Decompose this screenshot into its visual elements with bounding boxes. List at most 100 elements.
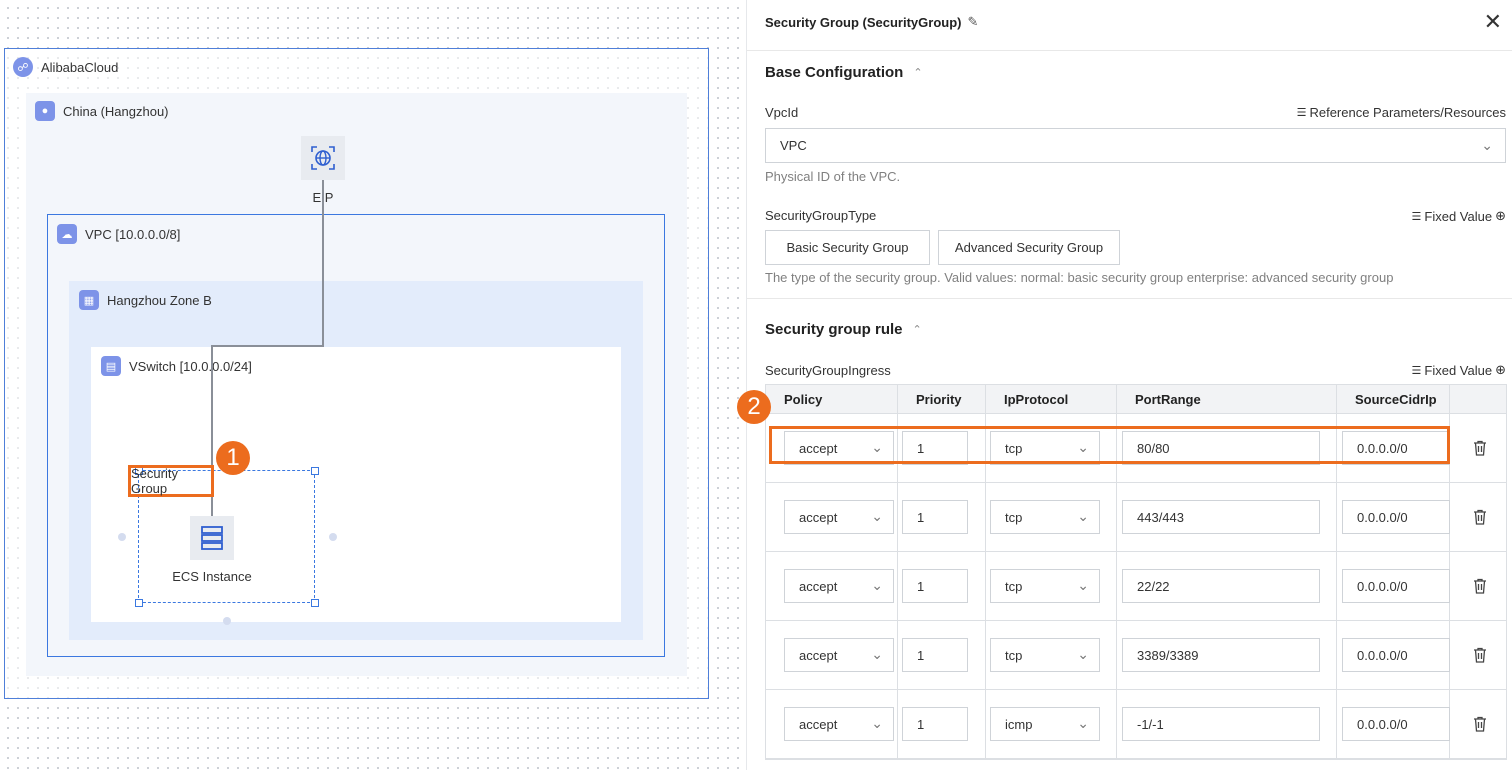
sourcecidrip-input[interactable]: 0.0.0.0/0 [1342, 638, 1450, 672]
cloud-label: AlibabaCloud [41, 59, 119, 75]
chevron-up-icon[interactable]: ⌃ [913, 66, 922, 79]
portrange-input[interactable]: 3389/3389 [1122, 638, 1320, 672]
table-header: Policy Priority IpProtocol PortRange Sou… [766, 385, 1506, 414]
zone-label: Hangzhou Zone B [107, 292, 212, 308]
sourcecidrip-input[interactable]: 0.0.0.0/0 [1342, 569, 1450, 603]
priority-input-value: 1 [917, 509, 925, 525]
ingress-mode[interactable]: ☰ Fixed Value ⊕ [1412, 362, 1506, 378]
policy-select-value: accept [799, 647, 838, 663]
vpc-header: ☁ VPC [10.0.0.0/8] [57, 224, 180, 244]
column-priority: Priority [898, 385, 986, 414]
resize-handle[interactable] [311, 599, 319, 607]
sourcecidrip-input[interactable]: 0.0.0.0/0 [1342, 431, 1450, 465]
chevron-down-icon: ⌄ [871, 508, 883, 524]
priority-input[interactable]: 1 [902, 638, 968, 672]
column-policy: Policy [766, 385, 898, 414]
portrange-input[interactable]: 443/443 [1122, 500, 1320, 534]
ecs-node[interactable] [190, 516, 234, 560]
region-label: China (Hangzhou) [63, 103, 169, 119]
protocol-select-value: tcp [1005, 509, 1023, 525]
policy-select-value: accept [799, 509, 838, 525]
chevron-up-icon[interactable]: ⌃ [913, 323, 922, 336]
sgtype-help: The type of the security group. Valid va… [765, 270, 1394, 285]
chevron-down-icon: ⌄ [871, 715, 883, 731]
column-portrange: PortRange [1117, 385, 1337, 414]
plus-circle-icon[interactable]: ⊕ [1495, 208, 1506, 224]
chevron-down-icon: ⌄ [871, 577, 883, 593]
priority-input[interactable]: 1 [902, 569, 968, 603]
trash-icon[interactable] [1473, 716, 1489, 732]
trash-icon[interactable] [1473, 578, 1489, 594]
chevron-down-icon: ⌄ [871, 646, 883, 662]
priority-input[interactable]: 1 [902, 707, 968, 741]
priority-input[interactable]: 1 [902, 500, 968, 534]
table-row: accept ⌄ 1 tcp ⌄ 443/443 0.0.0.0/0 [766, 483, 1506, 552]
reference-parameters-link[interactable]: ☰ Reference Parameters/Resources [1297, 105, 1506, 120]
protocol-select-value: tcp [1005, 440, 1023, 456]
ingress-table: Policy Priority IpProtocol PortRange Sou… [765, 384, 1507, 760]
portrange-input-value: 22/22 [1137, 578, 1170, 594]
properties-panel: Security Group (SecurityGroup) ✎ ✕ Base … [746, 0, 1512, 770]
sourcecidrip-input[interactable]: 0.0.0.0/0 [1342, 500, 1450, 534]
vswitch-header: ▤ VSwitch [10.0.0.0/24] [101, 356, 252, 376]
policy-select[interactable]: accept ⌄ [784, 638, 894, 672]
trash-icon[interactable] [1473, 509, 1489, 525]
policy-select[interactable]: accept ⌄ [784, 569, 894, 603]
vpcid-value: VPC [780, 138, 807, 153]
advanced-security-group-option[interactable]: Advanced Security Group [938, 230, 1120, 265]
eip-node[interactable] [301, 136, 345, 180]
policy-select[interactable]: accept ⌄ [784, 431, 894, 465]
policy-select[interactable]: accept ⌄ [784, 707, 894, 741]
sourcecidrip-input-value: 0.0.0.0/0 [1357, 440, 1408, 456]
sgtype-mode[interactable]: ☰ Fixed Value ⊕ [1412, 208, 1506, 224]
protocol-select[interactable]: tcp ⌄ [990, 638, 1100, 672]
zone-icon: ▦ [79, 290, 99, 310]
trash-icon[interactable] [1473, 440, 1489, 456]
priority-input-value: 1 [917, 440, 925, 456]
protocol-select[interactable]: tcp ⌄ [990, 431, 1100, 465]
fixed-value-label: Fixed Value [1424, 208, 1493, 224]
sourcecidrip-input[interactable]: 0.0.0.0/0 [1342, 707, 1450, 741]
section-security-group-rule[interactable]: Security group rule ⌃ [765, 321, 922, 338]
vpcid-select[interactable]: VPC ⌄ [765, 128, 1506, 163]
pencil-icon[interactable]: ✎ [967, 14, 978, 30]
portrange-input[interactable]: -1/-1 [1122, 707, 1320, 741]
section-base-configuration[interactable]: Base Configuration ⌃ [765, 64, 923, 81]
protocol-select-value: tcp [1005, 647, 1023, 663]
protocol-select-value: icmp [1005, 716, 1033, 732]
connector-dot[interactable] [118, 533, 126, 541]
plus-circle-icon[interactable]: ⊕ [1495, 362, 1506, 378]
basic-security-group-option[interactable]: Basic Security Group [765, 230, 930, 265]
portrange-input-value: 80/80 [1137, 440, 1170, 456]
vpc-label: VPC [10.0.0.0/8] [85, 226, 181, 242]
priority-input[interactable]: 1 [902, 431, 968, 465]
zone-header: ▦ Hangzhou Zone B [79, 290, 212, 310]
protocol-select[interactable]: icmp ⌄ [990, 707, 1100, 741]
divider [747, 50, 1512, 51]
policy-select-value: accept [799, 440, 838, 456]
divider [747, 298, 1512, 299]
callout-badge-1: 1 [216, 441, 250, 475]
section-title: Base Configuration [765, 64, 904, 81]
policy-select[interactable]: accept ⌄ [784, 500, 894, 534]
policy-select-value: accept [799, 578, 838, 594]
resize-handle[interactable] [135, 599, 143, 607]
portrange-input[interactable]: 80/80 [1122, 431, 1320, 465]
chevron-down-icon: ⌄ [871, 439, 883, 455]
priority-input-value: 1 [917, 647, 925, 663]
architecture-canvas[interactable]: ☍ AlibabaCloud ● China (Hangzhou) EIP ☁ … [0, 0, 746, 770]
portrange-input[interactable]: 22/22 [1122, 569, 1320, 603]
close-icon[interactable]: ✕ [1484, 9, 1502, 35]
priority-input-value: 1 [917, 578, 925, 594]
connector-dot[interactable] [223, 617, 231, 625]
security-group-label[interactable]: Security Group [128, 465, 214, 497]
protocol-select[interactable]: tcp ⌄ [990, 569, 1100, 603]
connection-wire [213, 345, 324, 347]
fixed-value-label: Fixed Value [1424, 362, 1493, 378]
list-icon: ☰ [1411, 210, 1422, 223]
server-icon [201, 526, 223, 550]
resize-handle[interactable] [311, 467, 319, 475]
protocol-select[interactable]: tcp ⌄ [990, 500, 1100, 534]
connector-dot[interactable] [329, 533, 337, 541]
trash-icon[interactable] [1473, 647, 1489, 663]
